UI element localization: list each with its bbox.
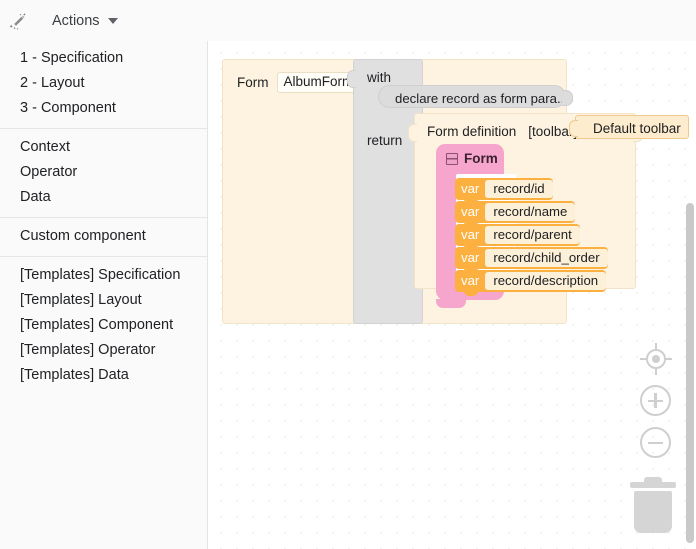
target-tick-right (666, 358, 672, 360)
var-value-field[interactable]: record/id (485, 180, 552, 199)
chevron-down-icon (108, 18, 118, 24)
block-form-root-keyword: Form (237, 76, 269, 90)
sidebar-item-component[interactable]: 3 - Component (0, 96, 207, 121)
minus-icon (640, 427, 671, 458)
sidebar-divider-2 (0, 217, 207, 218)
block-form-definition-header: Form definition [toolbar] (427, 125, 577, 139)
block-var-record-id[interactable]: var record/id (455, 178, 553, 200)
zoom-out-button[interactable] (640, 427, 672, 459)
var-value-field[interactable]: record/description (485, 272, 606, 291)
block-declare-record[interactable]: declare record as form para... (378, 85, 566, 108)
sidebar-group-custom: Custom component (0, 224, 207, 249)
magic-wand-button[interactable] (4, 7, 32, 35)
sidebar-item-context[interactable]: Context (0, 135, 207, 160)
var-keyword: var (461, 251, 479, 264)
var-value-field[interactable]: record/child_order (485, 249, 607, 268)
trash-icon[interactable] (629, 476, 677, 536)
var-value-field[interactable]: record/parent (485, 226, 579, 245)
block-default-toolbar[interactable]: Default toolbar (575, 115, 689, 139)
block-with-label: with (367, 71, 391, 85)
sidebar-item-custom-component[interactable]: Custom component (0, 224, 207, 249)
block-var-record-child-order[interactable]: var record/child_order (455, 247, 608, 269)
sidebar-item-templates-data[interactable]: [Templates] Data (0, 363, 207, 388)
block-var-record-name[interactable]: var record/name (455, 201, 575, 223)
block-form-definition-connector-left (408, 124, 417, 142)
block-return-label: return (367, 134, 402, 148)
sidebar-item-templates-operator[interactable]: [Templates] Operator (0, 338, 207, 363)
sidebar-divider-1 (0, 128, 207, 129)
target-tick-bottom (655, 369, 657, 375)
sidebar-item-templates-component[interactable]: [Templates] Component (0, 313, 207, 338)
sidebar-item-data[interactable]: Data (0, 185, 207, 210)
var-keyword: var (461, 182, 479, 195)
target-center-icon (640, 343, 672, 375)
block-form-definition-label: Form definition (427, 125, 516, 139)
sidebar-group-main: 1 - Specification 2 - Layout 3 - Compone… (0, 41, 207, 121)
block-declare-record-label: declare record as form para... (395, 91, 568, 106)
target-tick-top (655, 343, 657, 349)
sidebar-item-layout[interactable]: 2 - Layout (0, 71, 207, 96)
top-toolbar: Actions (0, 0, 696, 41)
var-keyword: var (461, 228, 479, 241)
block-default-toolbar-connector (569, 120, 578, 137)
target-dot (652, 355, 660, 363)
block-var-record-description[interactable]: var record/description (455, 270, 606, 292)
minus-horizontal (648, 442, 663, 445)
center-canvas-button[interactable] (640, 343, 672, 375)
var-keyword: var (461, 274, 479, 287)
canvas-scrollbar-track[interactable] (684, 41, 696, 549)
sidebar-item-operator[interactable]: Operator (0, 160, 207, 185)
sidebar-divider-3 (0, 256, 207, 257)
sidebar-item-templates-specification[interactable]: [Templates] Specification (0, 263, 207, 288)
block-form-container-footer (436, 299, 466, 308)
block-with-connector (347, 70, 356, 88)
target-tick-left (640, 358, 646, 360)
trash-lid (630, 482, 676, 488)
sidebar-group-templates: [Templates] Specification [Templates] La… (0, 263, 207, 388)
magic-wand-icon (8, 11, 28, 31)
plus-vertical (654, 393, 657, 408)
block-form-container-header: Form (446, 151, 498, 166)
sidebar: 1 - Specification 2 - Layout 3 - Compone… (0, 41, 208, 549)
sidebar-item-specification[interactable]: 1 - Specification (0, 46, 207, 71)
block-var-record-parent[interactable]: var record/parent (455, 224, 580, 246)
actions-menu-button[interactable]: Actions (52, 9, 118, 33)
canvas-scrollbar-thumb[interactable] (686, 203, 694, 543)
app-root: Actions 1 - Specification 2 - Layout 3 -… (0, 0, 696, 549)
rows-icon (446, 153, 458, 165)
var-value-field[interactable]: record/name (485, 203, 575, 222)
block-form-definition[interactable]: Form definition [toolbar] Form var recor… (414, 113, 636, 289)
var-keyword: var (461, 205, 479, 218)
block-default-toolbar-label: Default toolbar (593, 121, 681, 136)
block-form-container-title: Form (464, 151, 498, 166)
blocks-canvas[interactable]: Form AlbumForm with return declare recor… (208, 41, 696, 549)
sidebar-group-core: Context Operator Data (0, 135, 207, 210)
sidebar-item-templates-layout[interactable]: [Templates] Layout (0, 288, 207, 313)
trash-can-body (634, 491, 672, 533)
block-declare-connector (562, 90, 573, 106)
block-form-root-header: Form AlbumForm (237, 72, 360, 93)
zoom-in-button[interactable] (640, 385, 672, 417)
plus-icon (640, 385, 671, 416)
actions-menu-label: Actions (52, 13, 100, 29)
